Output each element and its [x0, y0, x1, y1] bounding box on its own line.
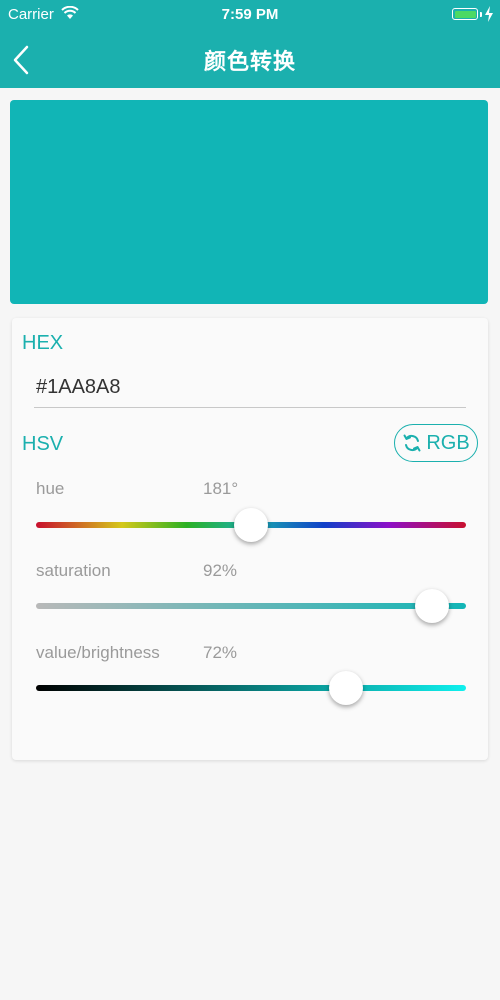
clock: 7:59 PM: [221, 6, 279, 23]
charging-bolt-icon: [485, 6, 493, 22]
hue-slider-thumb[interactable]: [234, 508, 268, 542]
brightness-label: value/brightness: [36, 643, 160, 662]
brightness-slider-thumb[interactable]: [328, 671, 363, 705]
saturation-value: 92%: [203, 561, 238, 580]
navigation-bar: 颜色转换: [0, 30, 500, 88]
brightness-value: 72%: [203, 643, 238, 662]
status-bar: Carrier 7:59 PM: [0, 0, 500, 30]
brightness-slider-track[interactable]: [36, 685, 466, 691]
battery-nub: [480, 12, 482, 17]
back-chevron-icon[interactable]: [10, 44, 34, 76]
saturation-slider-track[interactable]: [36, 603, 466, 609]
color-preview-swatch: [10, 100, 488, 304]
rgb-button-label: RGB: [426, 431, 470, 454]
switch-to-rgb-button[interactable]: RGB: [394, 424, 478, 462]
saturation-slider-thumb[interactable]: [414, 589, 449, 623]
refresh-icon: [403, 434, 421, 452]
color-converter-card: HEX HSV RGB hue 181° saturation 92% valu…: [12, 318, 488, 760]
hex-input[interactable]: [34, 368, 466, 408]
battery-icon: [452, 8, 478, 20]
hue-label: hue: [36, 479, 65, 498]
hsv-section-label: HSV: [22, 433, 64, 455]
saturation-label: saturation: [36, 561, 111, 580]
hex-section-label: HEX: [22, 332, 64, 354]
hue-value: 181°: [203, 479, 239, 498]
page-title: 颜色转换: [203, 49, 296, 74]
